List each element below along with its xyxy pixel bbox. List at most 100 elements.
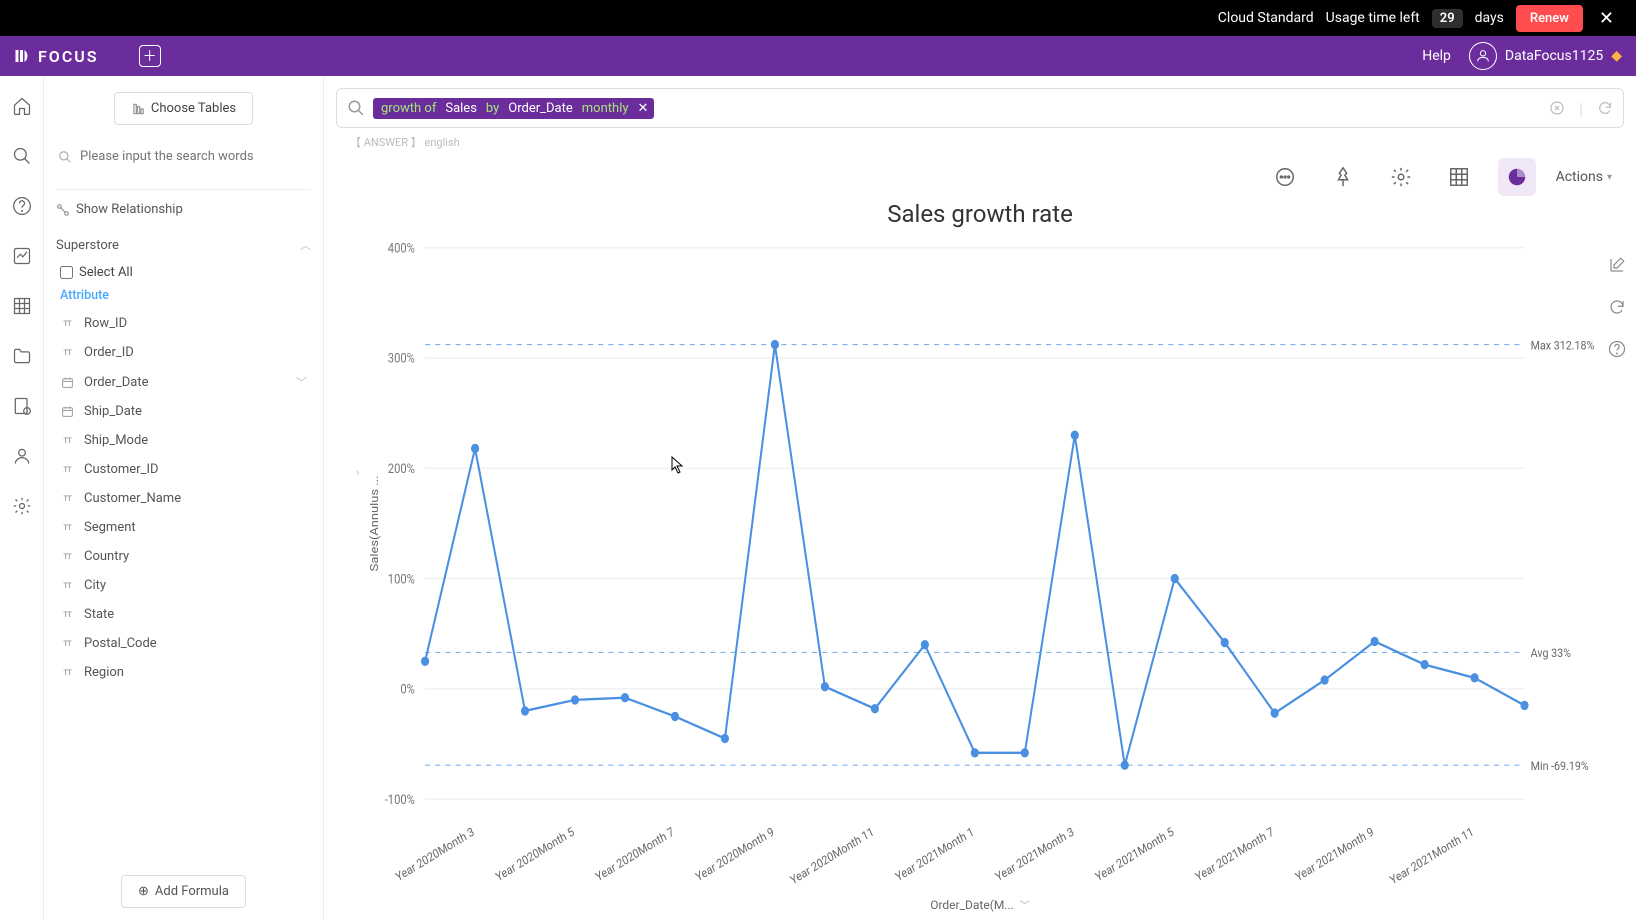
answer-meta: 【 ANSWER 】 english [336, 128, 1624, 150]
show-relationship-label: Show Relationship [76, 202, 183, 217]
add-formula-button[interactable]: ⊕ Add Formula [121, 875, 246, 908]
days-remaining-badge: 29 [1432, 9, 1463, 28]
field-row[interactable]: тт Row_ID [56, 309, 311, 338]
chevron-down-icon: ▾ [1607, 172, 1612, 183]
svg-text:200%: 200% [388, 461, 415, 476]
choose-tables-button[interactable]: Choose Tables [114, 92, 253, 125]
folder-nav-icon[interactable] [12, 346, 32, 366]
search-icon[interactable] [12, 146, 32, 166]
field-label: Ship_Date [84, 404, 142, 419]
new-tab-button[interactable]: ＋ [139, 45, 161, 67]
text-field-icon: тт [60, 551, 74, 562]
brand-logo[interactable]: FOCUS [14, 47, 99, 66]
svg-text:300%: 300% [388, 351, 415, 366]
select-all-checkbox[interactable]: Select All [56, 259, 311, 284]
clear-query-icon[interactable] [1549, 100, 1565, 116]
premium-icon: ◆ [1611, 48, 1622, 64]
svg-text:100%: 100% [388, 572, 415, 587]
expand-sidebar-handle[interactable]: › [356, 466, 359, 479]
datasource-header[interactable]: Superstore ︿ [56, 231, 311, 259]
field-row[interactable]: тт Ship_Mode [56, 426, 311, 455]
table-view-icon[interactable] [1440, 158, 1478, 196]
chart-title: Sales growth rate [324, 200, 1636, 228]
x-axis-selector[interactable]: Order_Date(M... ﹀ [324, 893, 1636, 920]
avatar-icon[interactable] [1469, 42, 1497, 70]
svg-text:Year 2020Month 5: Year 2020Month 5 [493, 824, 576, 885]
app-header: FOCUS ＋ Help DataFocus1125 ◆ [0, 36, 1636, 76]
field-row[interactable]: Order_Date ﹀ [56, 367, 311, 397]
brand-text: FOCUS [38, 47, 99, 66]
chevron-up-icon: ︿ [300, 237, 311, 253]
field-label: State [84, 607, 114, 622]
text-field-icon: тт [60, 347, 74, 358]
close-icon[interactable]: ✕ [1595, 8, 1618, 29]
field-row[interactable]: тт City [56, 571, 311, 600]
svg-text:400%: 400% [388, 241, 415, 256]
field-row[interactable]: тт Segment [56, 513, 311, 542]
renew-button[interactable]: Renew [1516, 5, 1583, 32]
settings-nav-icon[interactable] [12, 496, 32, 516]
field-row[interactable]: тт Order_ID [56, 338, 311, 367]
select-all-label: Select All [79, 265, 133, 280]
chart-view-icon[interactable] [1498, 158, 1536, 196]
remove-pill-icon[interactable]: ✕ [636, 101, 649, 116]
select-all-input[interactable] [60, 266, 73, 279]
reload-chart-icon[interactable] [1608, 298, 1626, 316]
text-field-icon: тт [60, 522, 74, 533]
chart-nav-icon[interactable] [12, 246, 32, 266]
text-field-icon: тт [60, 609, 74, 620]
home-icon[interactable] [12, 96, 32, 116]
username[interactable]: DataFocus1125 [1505, 48, 1603, 64]
field-row[interactable]: тт Postal_Code [56, 629, 311, 658]
help-link[interactable]: Help [1422, 48, 1451, 64]
date-field-icon [60, 376, 74, 389]
svg-text:Year 2021Month 1: Year 2021Month 1 [893, 824, 976, 884]
chart-area[interactable]: › -100%0%100%200%300%400%Max 312.18%Avg … [364, 236, 1606, 893]
query-segment: monthly [580, 101, 631, 116]
help-icon[interactable] [12, 196, 32, 216]
field-label: Region [84, 665, 124, 680]
actions-dropdown[interactable]: Actions ▾ [1556, 169, 1612, 185]
plus-icon: ⊕ [138, 884, 149, 899]
days-word: days [1475, 10, 1504, 26]
text-field-icon: тт [60, 493, 74, 504]
resource-nav-icon[interactable] [12, 396, 32, 416]
svg-text:Year 2021Month 9: Year 2021Month 9 [1293, 824, 1376, 884]
field-row[interactable]: Ship_Date [56, 397, 311, 426]
chart-side-tools [1608, 256, 1626, 358]
svg-text:Year 2020Month 11: Year 2020Month 11 [788, 824, 876, 888]
query-pill[interactable]: growth ofSalesbyOrder_Datemonthly✕ [373, 98, 654, 119]
check-icon: ﹀ [296, 374, 307, 390]
field-label: Ship_Mode [84, 433, 148, 448]
text-field-icon: тт [60, 435, 74, 446]
chevron-down-icon: ﹀ [1020, 897, 1030, 912]
show-relationship-toggle[interactable]: Show Relationship [56, 202, 311, 217]
nav-rail [0, 76, 44, 920]
edit-axis-icon[interactable] [1608, 256, 1626, 274]
comment-icon[interactable] [1266, 158, 1304, 196]
query-segment: Order_Date [506, 101, 574, 116]
actions-label: Actions [1556, 169, 1603, 185]
chart-help-icon[interactable] [1608, 340, 1626, 358]
field-label: Customer_Name [84, 491, 181, 506]
field-label: Order_ID [84, 345, 134, 360]
svg-text:Year 2021Month 3: Year 2021Month 3 [993, 824, 1076, 884]
field-row[interactable]: тт Country [56, 542, 311, 571]
x-axis-label: Order_Date(M... [930, 898, 1014, 912]
field-label: Postal_Code [84, 636, 157, 651]
table-nav-icon[interactable] [12, 296, 32, 316]
refresh-icon[interactable] [1597, 100, 1613, 116]
pin-icon[interactable] [1324, 158, 1362, 196]
sidebar-search-input[interactable] [56, 143, 311, 171]
field-row[interactable]: тт Region [56, 658, 311, 687]
data-sidebar: Choose Tables Show Relationship Supersto… [44, 76, 324, 920]
user-nav-icon[interactable] [12, 446, 32, 466]
field-row[interactable]: тт Customer_Name [56, 484, 311, 513]
field-row[interactable]: тт Customer_ID [56, 455, 311, 484]
gear-icon[interactable] [1382, 158, 1420, 196]
text-field-icon: тт [60, 667, 74, 678]
logo-icon [14, 47, 32, 65]
query-searchbox[interactable]: growth ofSalesbyOrder_Datemonthly✕ | [336, 88, 1624, 128]
field-row[interactable]: тт State [56, 600, 311, 629]
svg-text:Max 312.18%: Max 312.18% [1531, 338, 1595, 353]
